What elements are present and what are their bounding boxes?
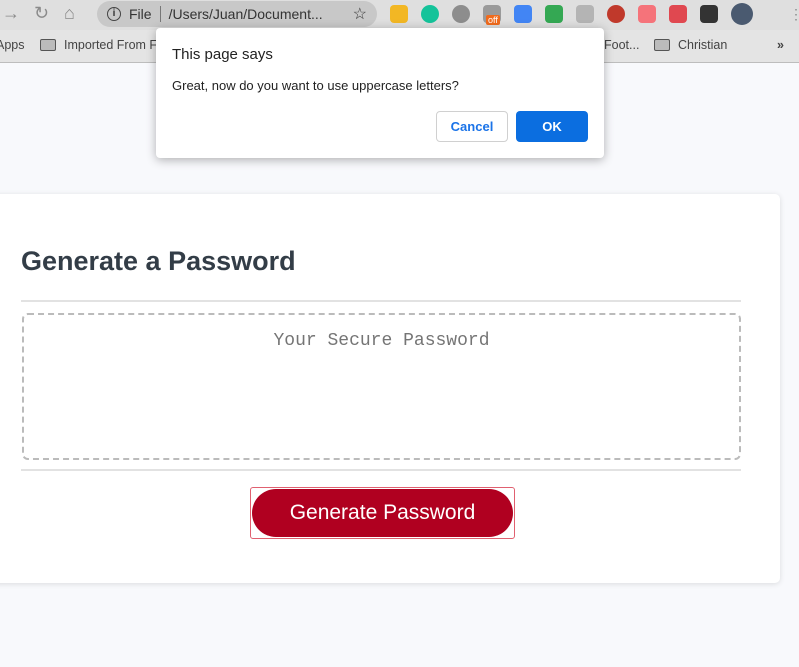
home-icon[interactable]: ⌂ [64, 3, 75, 24]
profile-avatar[interactable] [731, 3, 753, 25]
alert-dialog: This page says Great, now do you want to… [156, 28, 604, 158]
tasks-extension-icon[interactable] [390, 5, 408, 23]
divider [21, 469, 741, 471]
puzzle-extension-icon[interactable] [700, 5, 718, 23]
forward-icon[interactable]: → [2, 3, 20, 24]
bookmark-label: Imported From F [64, 38, 158, 52]
address-bar[interactable]: i File /Users/Juan/Document... ☆ [97, 1, 377, 27]
cancel-button[interactable]: Cancel [436, 111, 508, 142]
bookmark-label: Foot... [604, 38, 640, 52]
generate-button-focus-ring: Generate Password [250, 487, 515, 539]
password-card: Generate a Password Generate Password [0, 194, 780, 583]
dialog-title: This page says [172, 46, 273, 63]
shield-extension-icon[interactable] [669, 5, 687, 23]
bookmark-imported[interactable]: Imported From F [40, 38, 157, 52]
bookmark-foot[interactable]: Foot... [604, 38, 639, 52]
browser-toolbar: → ↻ ⌂ i File /Users/Juan/Document... ☆ o… [0, 0, 799, 30]
dialog-message: Great, now do you want to use uppercase … [172, 78, 459, 93]
menu-icon[interactable]: ⋮ [789, 6, 799, 23]
divider [159, 6, 161, 22]
url-text[interactable]: /Users/Juan/Document... [169, 6, 323, 22]
drive-extension-icon[interactable] [545, 5, 563, 23]
cast-extension-icon[interactable] [638, 5, 656, 23]
bookmark-label: Apps [0, 38, 25, 52]
translate-extension-icon[interactable] [514, 5, 532, 23]
grammarly-extension-icon[interactable] [421, 5, 439, 23]
divider [21, 300, 741, 302]
honey-extension-icon[interactable] [576, 5, 594, 23]
bookmark-label: Christian [678, 38, 728, 52]
info-icon[interactable]: i [107, 7, 121, 21]
folder-icon [654, 39, 670, 51]
extension-badge: off [486, 15, 500, 25]
ok-button[interactable]: OK [516, 111, 588, 142]
reload-icon[interactable]: ↻ [34, 3, 49, 24]
ghost-extension-icon[interactable]: off [483, 5, 501, 25]
flag-extension-icon[interactable] [607, 5, 625, 23]
bookmark-christian[interactable]: Christian [654, 38, 727, 52]
folder-icon [40, 39, 56, 51]
password-output[interactable] [22, 313, 741, 460]
bookmarks-overflow[interactable]: » [777, 38, 784, 52]
generate-password-button[interactable]: Generate Password [252, 489, 513, 537]
circle-extension-icon[interactable] [452, 5, 470, 23]
bookmark-star-icon[interactable]: ☆ [353, 4, 367, 24]
bookmark-apps[interactable]: Apps [0, 38, 25, 52]
scheme-label: File [129, 6, 152, 22]
page-title: Generate a Password [21, 246, 296, 276]
